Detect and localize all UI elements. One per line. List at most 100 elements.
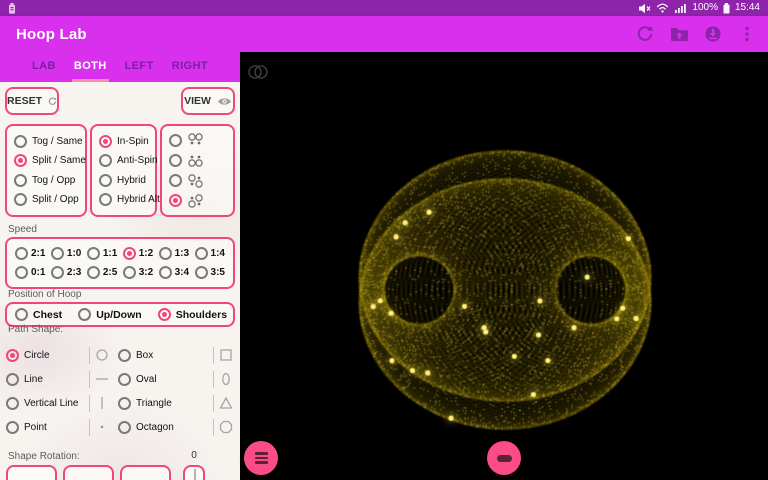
signal-icon (675, 4, 687, 13)
refresh-icon (637, 25, 654, 41)
radio-label: Point (24, 421, 47, 433)
path-shape-label: Path Shape: (8, 324, 64, 335)
rotation-stepper[interactable] (183, 465, 205, 480)
overflow-menu-button[interactable] (732, 19, 762, 49)
radio-hoops-down-down[interactable] (169, 152, 233, 168)
radio-shape-circle[interactable]: Circle (6, 343, 110, 367)
radio-speed-3-5[interactable]: 3:5 (194, 266, 225, 279)
view-button[interactable]: VIEW (181, 87, 235, 115)
dual-circles-icon (248, 65, 268, 79)
radio-split-opp[interactable]: Split / Opp (14, 193, 85, 207)
download-button[interactable] (698, 19, 728, 49)
radio-label: Box (136, 349, 154, 361)
radio-label: 1:0 (66, 248, 82, 259)
radio-speed-2-3[interactable]: 2:3 (50, 266, 81, 279)
radio-label: In-Spin (117, 135, 149, 147)
tab-left[interactable]: LEFT (123, 52, 156, 82)
collapse-fab[interactable] (487, 441, 521, 475)
radio-dot (118, 420, 131, 434)
radio-label: Octagon (136, 421, 174, 433)
radio-dot (99, 154, 112, 168)
radio-speed-2-5[interactable]: 2:5 (86, 266, 117, 279)
radio-speed-3-4[interactable]: 3:4 (158, 266, 189, 279)
radio-shape-vertical-line[interactable]: Vertical Line (6, 391, 110, 415)
reset-button[interactable]: RESET (5, 87, 59, 115)
radio-dot (169, 133, 182, 147)
radio-speed-1-3[interactable]: 1:3 (158, 247, 189, 260)
download-icon (705, 26, 721, 42)
vline-shape-icon (89, 394, 110, 412)
spin-mode-group: In-Spin Anti-Spin Hybrid Hybrid Alt (90, 124, 160, 217)
radio-shape-box[interactable]: Box (118, 343, 234, 367)
radio-label: Line (24, 373, 43, 385)
radio-chest[interactable]: Chest (15, 308, 62, 321)
radio-split-same[interactable]: Split / Same (14, 154, 86, 168)
hoop-lab-app: 100% 15:44 Hoop Lab LAB BOTH LEFT RIGHT … (0, 0, 768, 480)
radio-shape-triangle[interactable]: Triangle (118, 391, 234, 415)
radio-shape-octagon[interactable]: Octagon (118, 415, 234, 439)
position-label: Position of Hoop (8, 289, 82, 300)
radio-dot (14, 134, 27, 148)
radio-hoops-up-up[interactable] (169, 132, 233, 148)
radio-dot (118, 372, 131, 386)
rotation-preset-button-1[interactable] (6, 465, 57, 480)
refresh-button[interactable] (630, 19, 660, 49)
radio-shoulders[interactable]: Shoulders (157, 308, 227, 321)
hoop-pattern-canvas[interactable] (240, 52, 768, 480)
radio-in-spin[interactable]: In-Spin (99, 134, 155, 148)
radio-tog-opp[interactable]: Tog / Opp (14, 173, 85, 187)
radio-dot (14, 154, 27, 168)
radio-up-down[interactable]: Up/Down (78, 308, 142, 321)
radio-tog-same[interactable]: Tog / Same (14, 134, 85, 148)
triangle-shape-icon (213, 394, 234, 412)
timing-mode-group: Tog / Same Split / Same Tog / Opp Split / O… (5, 124, 87, 217)
radio-speed-2-1[interactable]: 2:1 (15, 247, 45, 260)
tab-both[interactable]: BOTH (71, 52, 109, 82)
radio-dot (157, 308, 171, 321)
open-folder-button[interactable] (664, 19, 694, 49)
rotation-preset-button-2[interactable] (63, 465, 114, 480)
radio-speed-1-4[interactable]: 1:4 (194, 247, 225, 260)
radio-label: Split / Same (32, 155, 86, 167)
radio-dot (194, 266, 208, 279)
radio-speed-1-1[interactable]: 1:1 (86, 247, 117, 260)
radio-speed-3-2[interactable]: 3:2 (122, 266, 154, 279)
radio-dot (118, 396, 131, 410)
tab-right[interactable]: RIGHT (170, 52, 210, 82)
pill-icon (496, 454, 512, 462)
radio-hoops-up-down[interactable] (169, 173, 233, 189)
radio-speed-1-2[interactable]: 1:2 (122, 247, 153, 260)
battery-notification-icon (9, 2, 15, 14)
radio-label: Hybrid Alt (117, 194, 160, 206)
radio-dot (99, 193, 112, 207)
oval-shape-icon (213, 370, 234, 388)
radio-label: Chest (33, 308, 63, 321)
radio-dot (122, 247, 136, 260)
radio-speed-0-1[interactable]: 0:1 (15, 266, 45, 279)
radio-dot (86, 247, 100, 260)
radio-hybrid[interactable]: Hybrid (99, 173, 155, 187)
radio-dot (118, 348, 131, 362)
rotation-preset-button-3[interactable] (120, 465, 171, 480)
menu-fab[interactable] (244, 441, 278, 475)
battery-percent: 100% (692, 2, 718, 13)
radio-hoops-down-up[interactable] (169, 193, 233, 209)
app-bar: Hoop Lab (0, 16, 768, 52)
radio-dot (158, 247, 172, 260)
radio-hybrid-alt[interactable]: Hybrid Alt (99, 193, 160, 207)
radio-dot (15, 308, 28, 321)
radio-speed-1-0[interactable]: 1:0 (50, 247, 82, 260)
radio-anti-spin[interactable]: Anti-Spin (99, 154, 158, 168)
radio-shape-oval[interactable]: Oval (118, 367, 234, 391)
radio-dot (78, 308, 92, 321)
shape-rotation-value: 0 (191, 450, 197, 461)
tab-lab[interactable]: LAB (30, 52, 58, 82)
simulation-stage[interactable] (240, 52, 768, 480)
radio-label: 3:2 (138, 267, 154, 278)
reset-label: RESET (7, 95, 43, 107)
radio-dot (6, 348, 19, 362)
radio-shape-point[interactable]: Point (6, 415, 110, 439)
radio-shape-line[interactable]: Line (6, 367, 110, 391)
wifi-icon (657, 3, 669, 13)
radio-dot (6, 396, 19, 410)
